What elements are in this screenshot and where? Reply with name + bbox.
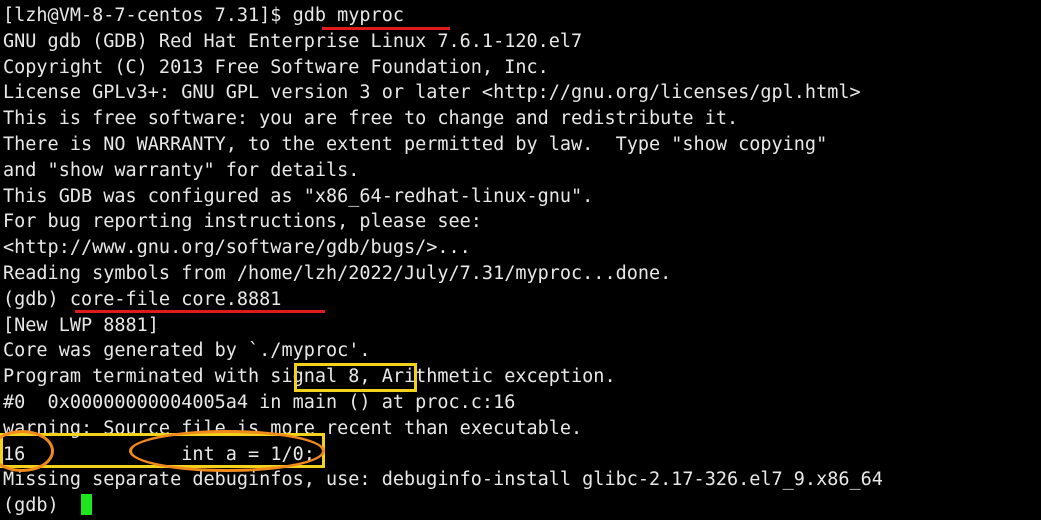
terminal-line-configured: This GDB was configured as "x86_64-redha… (3, 185, 594, 207)
terminal-line-gdb-version: GNU gdb (GDB) Red Hat Enterprise Linux 7… (3, 30, 583, 52)
terminal-line-source-line-16: 16 int a = 1/0; (3, 443, 315, 465)
terminal-line-new-lwp: [New LWP 8881] (3, 314, 159, 336)
terminal-line-reading-symbols: Reading symbols from /home/lzh/2022/July… (3, 262, 672, 284)
terminal-window[interactable]: [lzh@VM-8-7-centos 7.31]$ gdb myproc GNU… (0, 0, 1041, 520)
terminal-line-license: License GPLv3+: GNU GPL version 3 or lat… (3, 82, 861, 104)
terminal-line-program-terminated: Program terminated with signal 8, Arithm… (3, 366, 616, 388)
terminal-line-bug-url: <http://www.gnu.org/software/gdb/bugs/>.… (3, 237, 471, 259)
terminal-line-show-warranty: and "show warranty" for details. (3, 159, 360, 181)
terminal-line-copyright: Copyright (C) 2013 Free Software Foundat… (3, 56, 549, 78)
gdb-prompt: (gdb) (3, 495, 70, 517)
terminal-line-prompt-gdb: [lzh@VM-8-7-centos 7.31]$ gdb myproc (3, 5, 404, 26)
terminal-line-no-warranty: There is NO WARRANTY, to the extent perm… (3, 133, 828, 155)
terminal-line-free-software: This is free software: you are free to c… (3, 108, 739, 130)
terminal-cursor (80, 494, 92, 516)
terminal-line-frame-0: #0 0x00000000004005a4 in main () at proc… (3, 391, 516, 413)
terminal-line-missing-debuginfos: Missing separate debuginfos, use: debugi… (3, 469, 883, 491)
terminal-input-line[interactable]: (gdb) (3, 493, 1041, 519)
terminal-line-core-file-command: (gdb) core-file core.8881 (3, 288, 282, 310)
terminal-line-bug-reporting: For bug reporting instructions, please s… (3, 211, 482, 233)
terminal-line-core-generated: Core was generated by `./myproc'. (3, 340, 371, 362)
terminal-line-warning: warning: Source file is more recent than… (3, 417, 583, 439)
